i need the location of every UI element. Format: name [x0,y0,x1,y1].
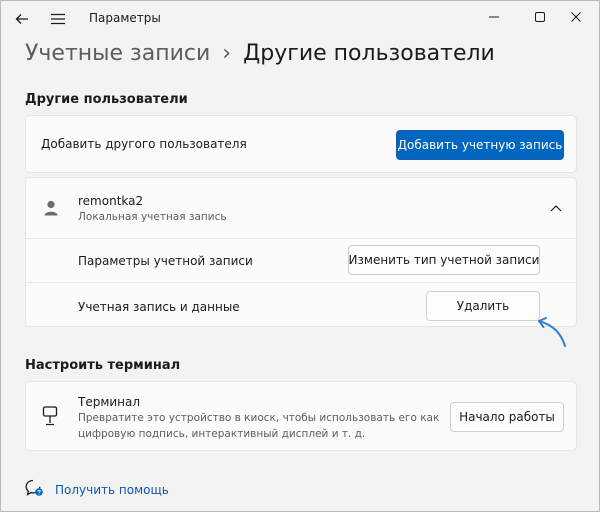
kiosk-description-line1: Превратите это устройство в киоск, чтобы… [78,412,440,424]
navigation-menu-button[interactable] [43,5,73,33]
add-account-button[interactable]: Добавить учетную запись [396,130,564,160]
kiosk-description-line2: цифровую подпись, интерактивный дисплей … [78,428,366,440]
close-icon [571,12,581,22]
help-chat-icon [25,479,43,496]
user-account-type: Локальная учетная запись [78,211,227,223]
close-button[interactable] [553,1,599,33]
kiosk-title: Терминал [78,395,141,409]
divider [26,238,576,239]
user-account-card: remontka2 Локальная учетная запись Парам… [25,177,577,327]
kiosk-icon [42,406,58,426]
maximize-icon [535,12,545,22]
delete-account-button[interactable]: Удалить [426,291,540,321]
breadcrumb-separator: › [222,41,232,66]
breadcrumb: Учетные записи › Другие пользователи [25,41,495,66]
settings-window: Параметры Учетные записи › Другие пользо… [0,0,600,512]
hamburger-menu-icon [51,13,65,25]
page-title: Другие пользователи [243,41,495,66]
kiosk-card: Терминал Превратите это устройство в кио… [25,381,577,451]
add-user-label: Добавить другого пользователя [41,137,247,151]
minimize-button[interactable] [471,1,517,33]
title-bar: Параметры [1,1,599,35]
account-data-label: Учетная запись и данные [78,300,240,314]
kiosk-start-button[interactable]: Начало работы [450,402,564,432]
user-account-header[interactable]: remontka2 Локальная учетная запись [26,178,576,238]
chevron-up-icon[interactable] [550,204,562,212]
annotation-arrow [538,317,566,347]
section-title-other-users: Другие пользователи [25,92,188,107]
get-help-link[interactable]: Получить помощь [55,483,169,497]
divider [26,282,576,283]
back-arrow-icon [15,14,28,24]
user-name: remontka2 [78,194,144,208]
change-account-type-button[interactable]: Изменить тип учетной записи [348,245,540,275]
account-settings-label: Параметры учетной записи [78,254,253,268]
app-title: Параметры [89,11,161,25]
section-title-kiosk: Настроить терминал [25,358,181,373]
user-avatar-icon [44,200,58,216]
back-button[interactable] [7,5,37,33]
breadcrumb-parent-link[interactable]: Учетные записи [25,41,210,66]
minimize-icon [489,16,499,18]
add-user-card: Добавить другого пользователя Добавить у… [25,115,577,173]
